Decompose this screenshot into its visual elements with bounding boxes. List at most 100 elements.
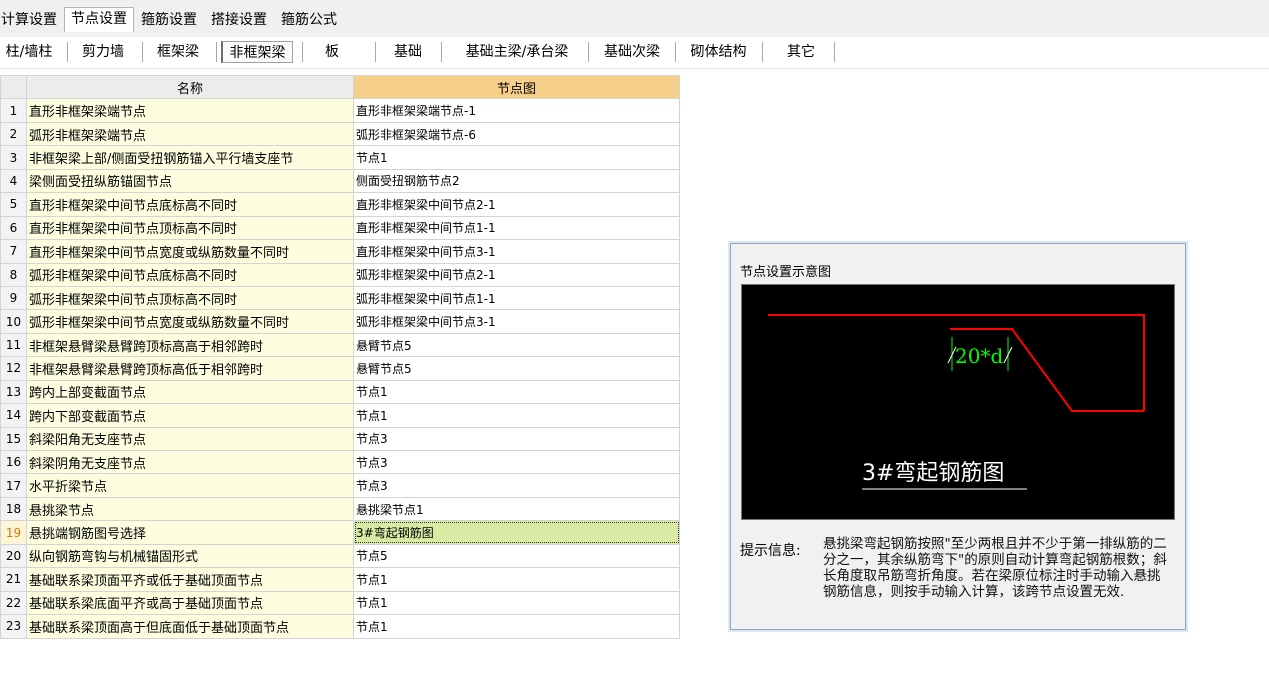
table-row[interactable]: 1 直形非框架梁端节点 直形非框架梁端节点-1: [0, 98, 680, 123]
node-name-cell[interactable]: 非框架悬臂梁悬臂跨顶标高低于相邻跨时: [26, 356, 354, 381]
subtab-6[interactable]: 基础主梁/承台梁: [447, 41, 587, 63]
tab-3[interactable]: 搭接设置: [204, 8, 274, 31]
node-name-cell[interactable]: 非框架悬臂梁悬臂跨顶标高高于相邻跨时: [26, 332, 354, 358]
dimension-label: 20*d: [955, 344, 1003, 368]
node-diagram-cell[interactable]: 直形非框架梁中间节点3-1: [353, 239, 680, 264]
subtab-4[interactable]: 板: [309, 41, 355, 63]
node-name-cell[interactable]: 弧形非框架梁中间节点底标高不同时: [26, 262, 354, 287]
subtab-0[interactable]: 柱/墙柱: [0, 41, 58, 63]
node-name-cell[interactable]: 基础联系梁底面平齐或高于基础顶面节点: [26, 590, 354, 616]
node-diagram-cell[interactable]: 直形非框架梁中间节点1-1: [353, 215, 680, 241]
node-preview-panel: 节点设置示意图 20*d 3#弯起钢筋图 提示信息: 悬挑梁弯起钢筋按照"至少两…: [730, 243, 1186, 630]
subtab-3[interactable]: 非框架梁: [221, 41, 293, 63]
subtab-separator: [834, 42, 835, 62]
table-row[interactable]: 5 直形非框架梁中间节点底标高不同时 直形非框架梁中间节点2-1: [0, 192, 680, 217]
node-name-cell[interactable]: 非框架梁上部/侧面受扭钢筋锚入平行墙支座节: [26, 145, 354, 170]
node-name-cell[interactable]: 梁侧面受扭纵筋锚固节点: [26, 168, 354, 194]
node-diagram-cell[interactable]: 弧形非框架梁中间节点2-1: [353, 262, 680, 287]
node-diagram-cell[interactable]: 节点1: [353, 590, 680, 616]
table-row[interactable]: 23 基础联系梁顶面高于但底面低于基础顶面节点 节点1: [0, 614, 680, 639]
node-name-cell[interactable]: 斜梁阴角无支座节点: [26, 449, 354, 475]
row-number: 17: [0, 473, 27, 498]
subtab-7[interactable]: 基础次梁: [597, 41, 667, 63]
node-diagram-cell[interactable]: 侧面受扭钢筋节点2: [353, 168, 680, 194]
table-row[interactable]: 11 非框架悬臂梁悬臂跨顶标高高于相邻跨时 悬臂节点5: [0, 332, 680, 358]
node-name-cell[interactable]: 直形非框架梁中间节点顶标高不同时: [26, 215, 354, 241]
node-name-cell[interactable]: 悬挑端钢筋图号选择: [26, 520, 354, 545]
table-row[interactable]: 18 悬挑梁节点 悬挑梁节点1: [0, 496, 680, 522]
node-diagram-cell[interactable]: 悬臂节点5: [353, 332, 680, 358]
node-diagram-cell[interactable]: 节点1: [353, 614, 680, 639]
tab-0[interactable]: 计算设置: [0, 8, 64, 31]
table-row[interactable]: 21 基础联系梁顶面平齐或低于基础顶面节点 节点1: [0, 567, 680, 592]
node-diagram-cell[interactable]: 节点1: [353, 379, 680, 405]
table-row[interactable]: 15 斜梁阳角无支座节点 节点3: [0, 426, 680, 452]
table-row[interactable]: 14 跨内下部变截面节点 节点1: [0, 403, 680, 428]
table-row[interactable]: 10 弧形非框架梁中间节点宽度或纵筋数量不同时 弧形非框架梁中间节点3-1: [0, 309, 680, 334]
subtab-8[interactable]: 砌体结构: [681, 41, 756, 63]
tab-1[interactable]: 节点设置: [64, 7, 134, 32]
node-diagram-cell[interactable]: 弧形非框架梁中间节点1-1: [353, 285, 680, 311]
node-name-cell[interactable]: 跨内上部变截面节点: [26, 379, 354, 405]
table-row[interactable]: 7 直形非框架梁中间节点宽度或纵筋数量不同时 直形非框架梁中间节点3-1: [0, 239, 680, 264]
node-diagram-cell[interactable]: 3#弯起钢筋图: [353, 520, 680, 545]
node-diagram-cell[interactable]: 弧形非框架梁端节点-6: [353, 121, 680, 147]
node-diagram-cell[interactable]: 悬挑梁节点1: [353, 496, 680, 522]
node-name-cell[interactable]: 弧形非框架梁中间节点顶标高不同时: [26, 285, 354, 311]
node-diagram-cell[interactable]: 节点5: [353, 543, 680, 569]
row-number: 11: [0, 332, 27, 358]
node-name-cell[interactable]: 纵向钢筋弯钩与机械锚固形式: [26, 543, 354, 569]
node-name-cell[interactable]: 弧形非框架梁端节点: [26, 121, 354, 147]
node-diagram-column-header[interactable]: 节点图: [353, 74, 680, 100]
name-column-header[interactable]: 名称: [26, 74, 354, 100]
subtab-1[interactable]: 剪力墙: [72, 41, 134, 63]
node-name-cell[interactable]: 直形非框架梁中间节点宽度或纵筋数量不同时: [26, 239, 354, 264]
subtab-9[interactable]: 其它: [771, 41, 831, 63]
node-name-cell[interactable]: 弧形非框架梁中间节点宽度或纵筋数量不同时: [26, 309, 354, 334]
row-number: 8: [0, 262, 27, 287]
node-name-cell[interactable]: 悬挑梁节点: [26, 496, 354, 522]
node-diagram-canvas: 20*d 3#弯起钢筋图: [741, 284, 1175, 520]
node-diagram-cell[interactable]: 悬臂节点5: [353, 356, 680, 381]
node-diagram-cell[interactable]: 节点1: [353, 145, 680, 170]
tab-2[interactable]: 箍筋设置: [134, 8, 204, 31]
row-number: 23: [0, 614, 27, 639]
subtab-5[interactable]: 基础: [382, 41, 434, 63]
row-number: 9: [0, 285, 27, 311]
table-row[interactable]: 12 非框架悬臂梁悬臂跨顶标高低于相邻跨时 悬臂节点5: [0, 356, 680, 381]
node-name-cell[interactable]: 基础联系梁顶面平齐或低于基础顶面节点: [26, 567, 354, 592]
row-number: 12: [0, 356, 27, 381]
node-name-cell[interactable]: 斜梁阳角无支座节点: [26, 426, 354, 452]
node-diagram-cell[interactable]: 节点3: [353, 473, 680, 498]
node-name-cell[interactable]: 水平折梁节点: [26, 473, 354, 498]
table-row[interactable]: 17 水平折梁节点 节点3: [0, 473, 680, 498]
node-diagram-cell[interactable]: 节点3: [353, 426, 680, 452]
node-name-cell[interactable]: 直形非框架梁端节点: [26, 98, 354, 123]
node-name-cell[interactable]: 跨内下部变截面节点: [26, 403, 354, 428]
table-row[interactable]: 20 纵向钢筋弯钩与机械锚固形式 节点5: [0, 543, 680, 569]
table-row[interactable]: 6 直形非框架梁中间节点顶标高不同时 直形非框架梁中间节点1-1: [0, 215, 680, 241]
node-diagram-cell[interactable]: 节点1: [353, 567, 680, 592]
table-row[interactable]: 22 基础联系梁底面平齐或高于基础顶面节点 节点1: [0, 590, 680, 616]
subtab-separator: [67, 42, 68, 62]
node-diagram-cell[interactable]: 节点3: [353, 449, 680, 475]
subtab-2[interactable]: 框架梁: [149, 41, 207, 63]
table-row[interactable]: 2 弧形非框架梁端节点 弧形非框架梁端节点-6: [0, 121, 680, 147]
subtab-separator: [142, 42, 143, 62]
row-number: 3: [0, 145, 27, 170]
node-diagram-cell[interactable]: 弧形非框架梁中间节点3-1: [353, 309, 680, 334]
table-row[interactable]: 13 跨内上部变截面节点 节点1: [0, 379, 680, 405]
table-row[interactable]: 19 悬挑端钢筋图号选择 3#弯起钢筋图: [0, 520, 680, 545]
subtab-separator: [375, 42, 376, 62]
table-row[interactable]: 8 弧形非框架梁中间节点底标高不同时 弧形非框架梁中间节点2-1: [0, 262, 680, 287]
table-row[interactable]: 9 弧形非框架梁中间节点顶标高不同时 弧形非框架梁中间节点1-1: [0, 285, 680, 311]
node-name-cell[interactable]: 基础联系梁顶面高于但底面低于基础顶面节点: [26, 614, 354, 639]
node-diagram-cell[interactable]: 直形非框架梁端节点-1: [353, 98, 680, 123]
table-row[interactable]: 3 非框架梁上部/侧面受扭钢筋锚入平行墙支座节 节点1: [0, 145, 680, 170]
table-row[interactable]: 4 梁侧面受扭纵筋锚固节点 侧面受扭钢筋节点2: [0, 168, 680, 194]
node-diagram-cell[interactable]: 节点1: [353, 403, 680, 428]
node-diagram-cell[interactable]: 直形非框架梁中间节点2-1: [353, 192, 680, 217]
node-name-cell[interactable]: 直形非框架梁中间节点底标高不同时: [26, 192, 354, 217]
tab-4[interactable]: 箍筋公式: [274, 8, 344, 31]
table-row[interactable]: 16 斜梁阴角无支座节点 节点3: [0, 449, 680, 475]
